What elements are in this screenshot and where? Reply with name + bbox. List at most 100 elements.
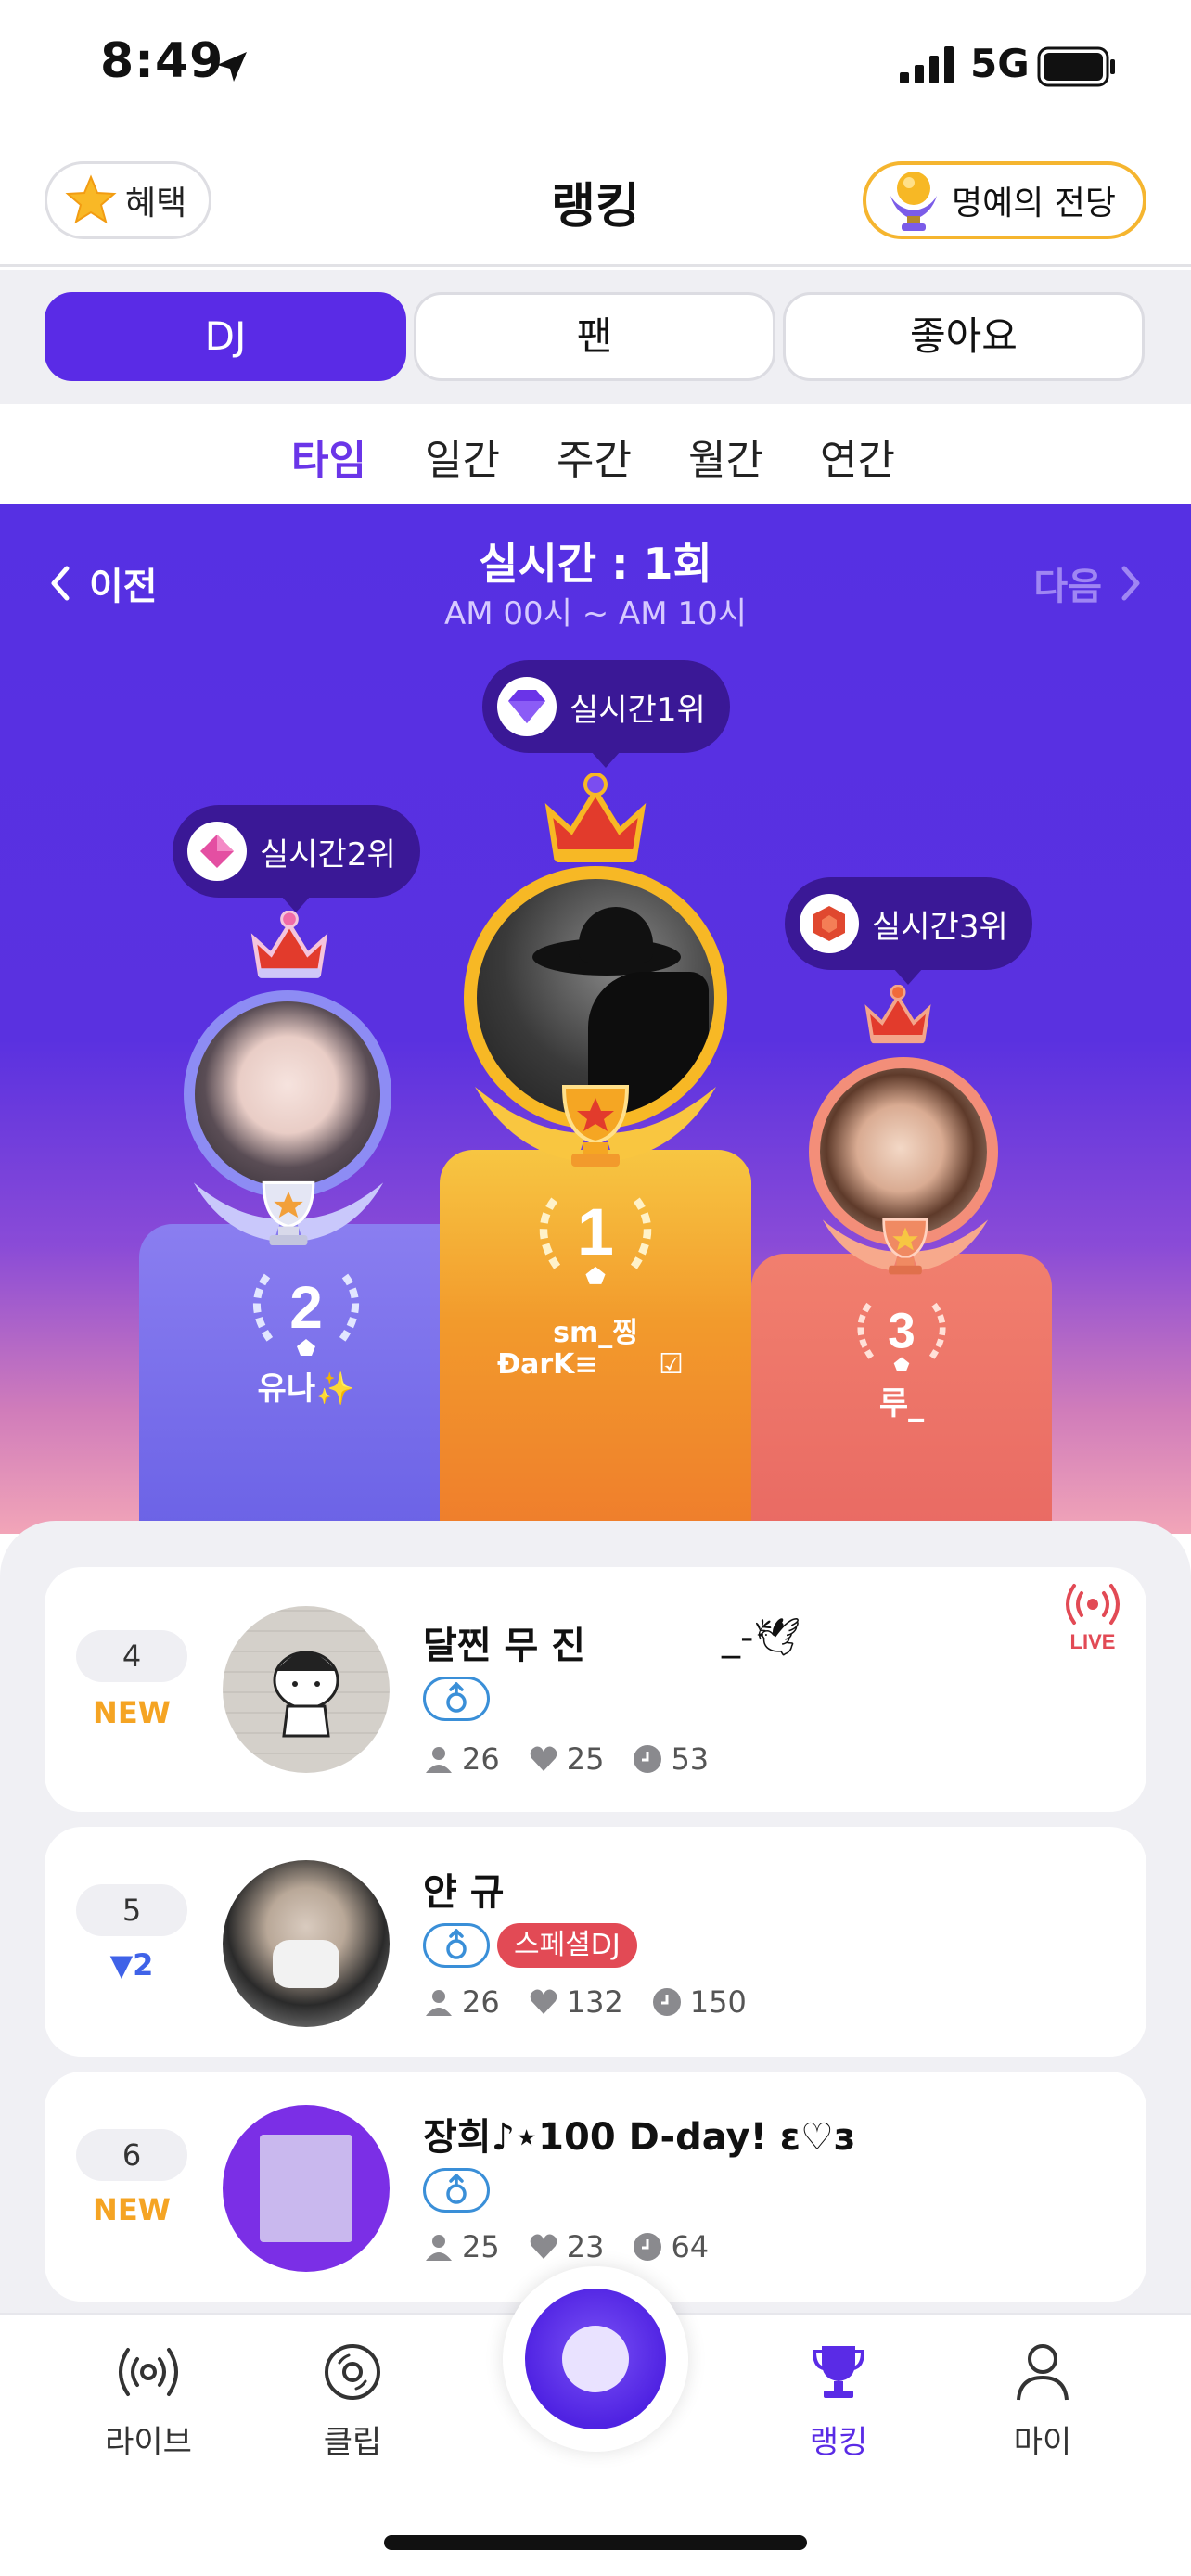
red-hexagon-icon [813,906,845,941]
rank-change: NEW [93,2192,171,2227]
segment-fan[interactable]: 팬 [414,292,775,381]
time-count: 64 [671,2229,710,2264]
listener-icon [426,1990,452,2016]
pink-diamond-icon [200,835,234,868]
list-item[interactable]: 5 ▼2 얀 규 스페셜DJ 26 132 150 [45,1827,1146,2057]
next-round-label: 다음 [1033,566,1102,608]
avatar[interactable] [223,1860,390,2027]
tab-ranking-label: 랭킹 [809,2424,868,2461]
stats-row: 26 132 150 [423,1984,775,2020]
top-header: 혜택 랭킹 명예의 전당 [0,139,1191,267]
time-count: 150 [689,1984,747,2020]
listener-count: 26 [462,1741,500,1777]
tab-my-label: 마이 [1013,2424,1072,2461]
dj-name-suffix: _-🕊 [722,1616,801,1659]
second-rank-laurel-icon: 2 [253,1273,359,1356]
dj-name: 얀 규 [423,1871,505,1914]
period-tab-daily[interactable]: 일간 [425,427,500,486]
stats-row: 26 25 53 [423,1741,736,1777]
heart-icon [530,1989,557,2014]
avatar[interactable] [223,1606,390,1773]
like-count: 23 [566,2229,605,2264]
battery-icon [1037,46,1115,87]
chevron-right-icon [1121,566,1140,601]
second-place-pedestal: 2 유나✨ [139,1224,473,1534]
round-title: 실시간 : 1회 [479,539,712,589]
rank-number: 6 [76,2129,187,2181]
male-symbol-icon [446,1929,467,1959]
dj-name: 장희♪⋆100 D-day! ε♡з [423,2116,856,2159]
svg-text:2: 2 [289,1274,323,1341]
badge-row [423,1677,490,1721]
status-bar: 8:49 5G [0,0,1191,139]
clock-icon [652,1988,681,2016]
segment-like[interactable]: 좋아요 [783,292,1145,381]
list-item[interactable]: 4 NEW 달찐 무 진 _-🕊 26 25 53 LIVE [45,1567,1146,1812]
first-place-name-mark: ☑ [659,1348,684,1381]
mode-badge [423,1677,490,1721]
broadcast-circle-icon [525,2289,666,2429]
tab-clip-label: 클립 [323,2424,382,2461]
like-count: 25 [566,1741,605,1777]
second-place-name: 유나✨ [257,1371,355,1408]
mask-shape [273,1940,339,1988]
second-wings-trophy-icon [193,1180,384,1245]
third-crown-icon [864,985,931,1044]
segment-dj[interactable]: DJ [45,292,406,381]
rank-change: ▼2 [109,1947,154,1983]
listener-count: 25 [462,2229,500,2264]
listener-count: 26 [462,1984,500,2020]
third-place-badge: 실시간3위 [785,877,1032,985]
ranking-type-segment: DJ 팬 좋아요 [0,270,1191,404]
listener-icon [426,2235,452,2261]
third-wings-trophy-icon [822,1218,989,1275]
person-icon [1017,2344,1069,2401]
home-indicator[interactable] [384,2535,807,2550]
rank-number: 5 [76,1884,187,1936]
third-place-pedestal: 3 루_ [751,1254,1052,1534]
heart-icon [530,1746,557,1771]
third-rank-laurel-icon: 3 [857,1302,946,1371]
disc-icon [325,2344,380,2400]
ranking-list: 4 NEW 달찐 무 진 _-🕊 26 25 53 LIVE 5 ▼2 얀 규 … [0,1521,1191,2318]
purple-diamond-icon [508,690,545,723]
heart-icon [530,2234,557,2259]
second-crown-icon [250,911,328,978]
period-tab-yearly[interactable]: 연간 [820,427,895,486]
time-count: 53 [671,1741,710,1777]
first-place-name-line2: ÐarK≡ [497,1348,598,1381]
first-place-name-line1: sm_찡 [553,1317,638,1349]
like-count: 132 [566,1984,623,2020]
svg-text:LIVE: LIVE [1070,1630,1116,1653]
live-broadcast-tab-icon [119,2348,178,2396]
first-place-badge-label: 실시간1위 [570,691,706,729]
avatar[interactable] [223,2105,390,2272]
male-symbol-icon [446,1682,467,1713]
badge-row: 스페셜DJ [423,1923,637,1968]
next-round-button[interactable]: 다음 [1033,556,1145,610]
hall-of-fame-button[interactable]: 명예의 전당 [863,161,1146,239]
male-symbol-icon [446,2174,467,2204]
period-tab-time[interactable]: 타임 [291,427,366,486]
round-time-range: AM 00시 ~ AM 10시 [444,595,747,632]
mode-badge [423,2168,490,2213]
period-tab-weekly[interactable]: 주간 [557,427,632,486]
rank-change: NEW [93,1695,171,1730]
period-tab-monthly[interactable]: 월간 [688,427,763,486]
center-broadcast-button[interactable] [503,2266,688,2452]
rank-number: 4 [76,1630,187,1682]
tab-ranking[interactable]: 랭킹 [755,2342,922,2462]
first-place-badge: 실시간1위 [482,660,730,768]
podium-section: 이전 실시간 : 1회 AM 00시 ~ AM 10시 다음 실시간1위 실시간… [0,504,1191,1534]
third-place-name: 루_ [878,1385,925,1422]
tab-live[interactable]: 라이브 [65,2342,232,2462]
tab-my[interactable]: 마이 [959,2342,1126,2462]
second-place-badge: 실시간2위 [173,805,420,912]
network-type: 5G [970,41,1030,86]
clock-icon [634,2233,662,2261]
tab-clip[interactable]: 클립 [269,2342,436,2462]
hall-of-fame-label: 명예의 전당 [952,185,1117,223]
live-broadcast-icon[interactable]: LIVE [1056,1580,1130,1654]
doodle-avatar-image [273,1651,339,1738]
tab-live-label: 라이브 [105,2424,192,2461]
